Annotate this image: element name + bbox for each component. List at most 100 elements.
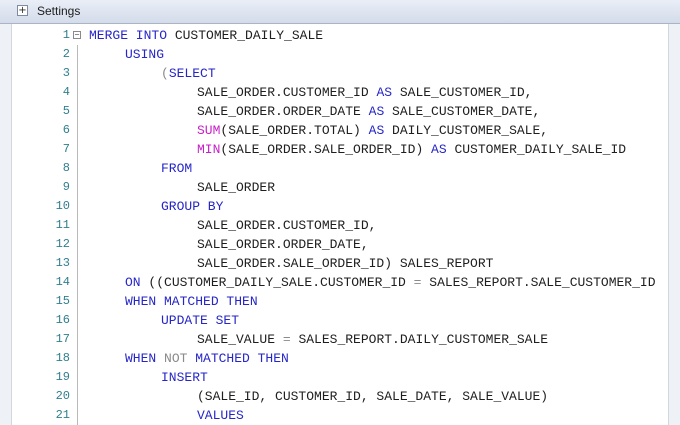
code-text: SALE_ORDER.CUSTOMER_ID, [197, 216, 376, 235]
code-text: MIN(SALE_ORDER.SALE_ORDER_ID) AS CUSTOME… [197, 140, 626, 159]
sql-editor[interactable]: 1− MERGE INTO CUSTOMER_DAILY_SALE 2 USING 3 (… [12, 24, 668, 425]
code-line[interactable]: 6 SUM(SALE_ORDER.TOTAL) AS DAILY_CUSTOMER… [12, 121, 668, 140]
code-token: ( [161, 66, 169, 81]
left-margin [0, 24, 12, 425]
line-number: 18 [55, 351, 70, 365]
fold-guide [77, 349, 78, 368]
settings-bar[interactable]: + Settings [0, 0, 680, 24]
line-number: 10 [55, 199, 70, 213]
line-number: 19 [55, 370, 70, 384]
code-token: VALUES [197, 408, 244, 423]
code-line[interactable]: 20 (SALE_ID, CUSTOMER_ID, SALE_DATE, SALE… [12, 387, 668, 406]
fold-guide [77, 140, 78, 159]
line-number: 13 [55, 256, 70, 270]
line-number: 17 [55, 332, 70, 346]
code-token: SALE_ORDER.ORDER_DATE, [197, 237, 369, 252]
code-token: DAILY_CUSTOMER_SALE, [384, 123, 549, 138]
code-line[interactable]: 11 SALE_ORDER.CUSTOMER_ID, [12, 216, 668, 235]
line-number: 7 [62, 142, 70, 156]
code-token: INSERT [161, 370, 208, 385]
fold-guide [77, 64, 78, 83]
code-token: CUSTOMER_DAILY_SALE [167, 28, 324, 43]
code-token: (SALE_ORDER.SALE_ORDER_ID) [220, 142, 432, 157]
line-number: 15 [55, 294, 70, 308]
code-token: AS [431, 142, 447, 157]
code-line[interactable]: 1− MERGE INTO CUSTOMER_DAILY_SALE [12, 26, 668, 45]
code-token: SALES_REPORT.DAILY_CUSTOMER_SALE [290, 332, 549, 347]
right-scroll-edge[interactable] [668, 24, 680, 425]
fold-guide [77, 121, 78, 140]
code-text: ON ((CUSTOMER_DAILY_SALE.CUSTOMER_ID = S… [125, 273, 656, 292]
code-line[interactable]: 2 USING [12, 45, 668, 64]
code-line[interactable]: 3 (SELECT [12, 64, 668, 83]
code-token: FROM [161, 161, 193, 176]
code-text: SALE_ORDER.SALE_ORDER_ID) SALES_REPORT [197, 254, 493, 273]
code-token: WHEN [125, 351, 165, 366]
line-number: 11 [55, 218, 70, 232]
collapse-icon[interactable]: − [73, 31, 81, 39]
code-token: SALE_ORDER.SALE_ORDER_ID) SALES_REPORT [197, 256, 494, 271]
code-token: SALES_REPORT.SALE_CUSTOMER_ID [421, 275, 656, 290]
code-token: NOT [164, 351, 188, 366]
code-line[interactable]: 4 SALE_ORDER.CUSTOMER_ID AS SALE_CUSTOMER… [12, 83, 668, 102]
code-line[interactable]: 10 GROUP BY [12, 197, 668, 216]
fold-guide [77, 387, 78, 406]
code-token: (SALE_ID, CUSTOMER_ID, SALE_DATE, SALE_V… [197, 389, 549, 404]
code-token: SALE_VALUE [197, 332, 283, 347]
code-line[interactable]: 15 WHEN MATCHED THEN [12, 292, 668, 311]
settings-label[interactable]: Settings [37, 3, 80, 19]
code-token: AS [368, 104, 385, 119]
code-token: MERGE INTO [89, 28, 168, 43]
fold-guide [77, 273, 78, 292]
line-number: 9 [62, 180, 70, 194]
code-text: SALE_ORDER.ORDER_DATE, [197, 235, 369, 254]
fold-guide [77, 330, 78, 349]
code-token: AS [376, 85, 393, 100]
line-number: 6 [62, 123, 70, 137]
fold-guide [77, 45, 78, 64]
code-line[interactable]: 19 INSERT [12, 368, 668, 387]
line-number: 21 [55, 408, 70, 422]
code-line[interactable]: 14 ON ((CUSTOMER_DAILY_SALE.CUSTOMER_ID =… [12, 273, 668, 292]
code-text: SUM(SALE_ORDER.TOTAL) AS DAILY_CUSTOMER_… [197, 121, 548, 140]
code-line[interactable]: 8 FROM [12, 159, 668, 178]
code-line[interactable]: 18 WHEN NOT MATCHED THEN [12, 349, 668, 368]
line-number: 16 [55, 313, 70, 327]
fold-guide [77, 83, 78, 102]
code-token: SELECT [168, 66, 216, 81]
code-line[interactable]: 5 SALE_ORDER.ORDER_DATE AS SALE_CUSTOMER_… [12, 102, 668, 121]
code-token: WHEN MATCHED THEN [125, 294, 258, 309]
code-token: SUM [197, 123, 221, 138]
fold-guide [77, 216, 78, 235]
fold-guide [77, 178, 78, 197]
line-number: 5 [62, 104, 70, 118]
line-number: 14 [55, 275, 70, 289]
code-text: (SELECT [161, 64, 216, 83]
code-token: CUSTOMER_DAILY_SALE_ID [446, 142, 627, 157]
code-token: ON [125, 275, 141, 290]
code-token: USING [125, 47, 165, 62]
line-number: 3 [62, 66, 70, 80]
line-number: 8 [62, 161, 70, 175]
code-text: INSERT [161, 368, 208, 387]
code-text: SALE_ORDER.CUSTOMER_ID AS SALE_CUSTOMER_… [197, 83, 532, 102]
code-line[interactable]: 12 SALE_ORDER.ORDER_DATE, [12, 235, 668, 254]
expand-icon[interactable]: + [17, 5, 28, 16]
code-line[interactable]: 21 VALUES [12, 406, 668, 425]
code-token: SALE_ORDER.CUSTOMER_ID [197, 85, 377, 100]
code-token: (SALE_ORDER.TOTAL) [220, 123, 369, 138]
code-line[interactable]: 7 MIN(SALE_ORDER.SALE_ORDER_ID) AS CUSTOM… [12, 140, 668, 159]
code-line[interactable]: 17 SALE_VALUE = SALES_REPORT.DAILY_CUSTOM… [12, 330, 668, 349]
code-line[interactable]: 9 SALE_ORDER [12, 178, 668, 197]
code-text: UPDATE SET [161, 311, 239, 330]
fold-guide [77, 368, 78, 387]
code-text: FROM [161, 159, 192, 178]
code-text: USING [125, 45, 164, 64]
fold-guide [77, 159, 78, 178]
code-token: AS [368, 123, 385, 138]
code-line[interactable]: 13 SALE_ORDER.SALE_ORDER_ID) SALES_REPORT [12, 254, 668, 273]
code-text: SALE_VALUE = SALES_REPORT.DAILY_CUSTOMER… [197, 330, 548, 349]
fold-guide [77, 292, 78, 311]
code-line[interactable]: 16 UPDATE SET [12, 311, 668, 330]
line-number: 12 [55, 237, 70, 251]
